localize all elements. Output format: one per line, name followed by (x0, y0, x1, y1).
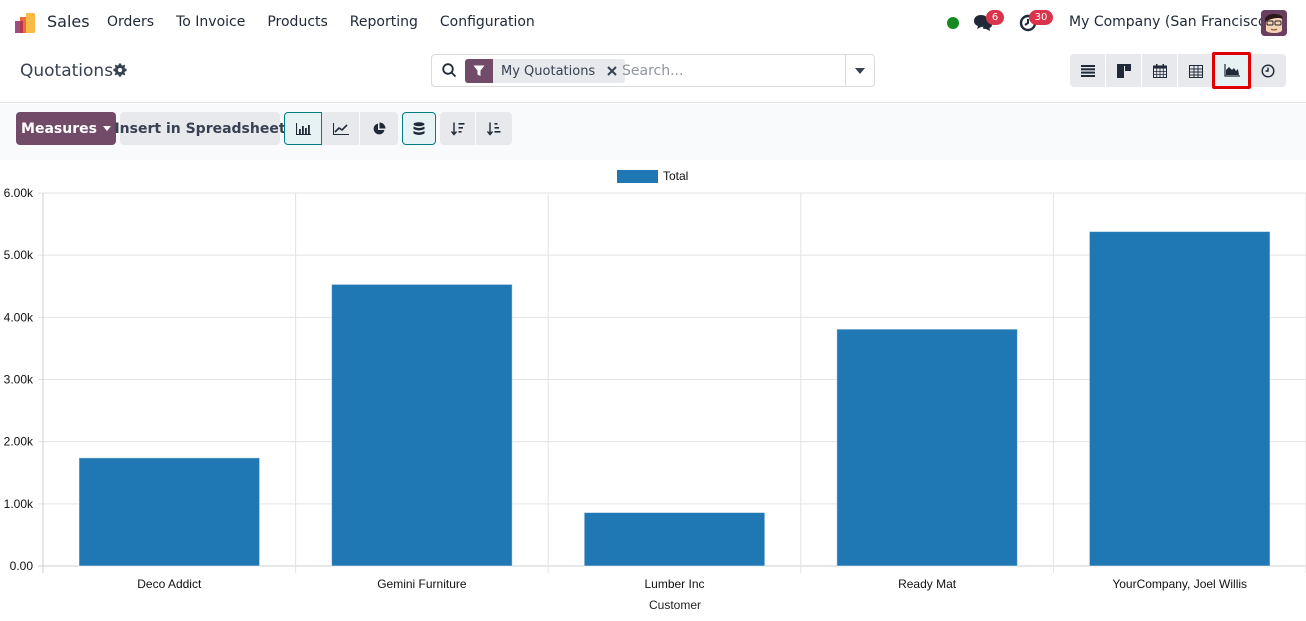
control-panel: Quotations My Quotations (0, 46, 1306, 103)
gear-icon[interactable] (113, 63, 127, 77)
menu-products[interactable]: Products (267, 14, 327, 30)
kanban-icon (1116, 63, 1131, 78)
y-tick-label: 0.00 (10, 559, 34, 573)
sort-descending-icon (450, 122, 464, 136)
x-axis-ticks: Deco Addict Gemini Furniture Lumber Inc Rea… (137, 577, 1247, 591)
line-chart-button[interactable] (322, 112, 360, 145)
filter-icon (473, 65, 485, 76)
sales-app-logo-icon[interactable] (15, 12, 37, 34)
search-facet-my-quotations: My Quotations (465, 59, 626, 83)
presence-status-icon[interactable] (947, 17, 959, 29)
menu-configuration[interactable]: Configuration (440, 14, 535, 30)
facet-filter-badge (465, 59, 493, 83)
x-axis-title: Customer (649, 598, 701, 612)
view-pivot-button[interactable] (1178, 54, 1214, 87)
search-icon[interactable] (442, 63, 457, 78)
x-tick-label: Lumber Inc (644, 577, 704, 591)
y-tick-label: 5.00k (4, 248, 34, 262)
bar-deco-addict[interactable] (78, 457, 261, 567)
bar-chart-button[interactable] (284, 112, 322, 145)
measures-label: Measures (21, 120, 97, 137)
avatar-face-icon (1261, 10, 1287, 36)
sort-group (440, 112, 512, 145)
x-tick-label: YourCompany, Joel Willis (1112, 577, 1247, 591)
chart-legend: Total (617, 169, 688, 183)
caret-down-icon (102, 126, 111, 131)
x-tick-label: Gemini Furniture (377, 577, 467, 591)
facet-label: My Quotations (501, 63, 596, 79)
sort-ascending-icon (487, 122, 501, 136)
graph-toolbar: Measures Insert in Spreadsheet (0, 104, 1306, 160)
bar-chart: 0.00 1.00k 2.00k 3.00k 4.00k 5.00k 6.00k Deco … (4, 169, 1306, 612)
search-options-toggle[interactable] (845, 55, 874, 86)
view-kanban-button[interactable] (1106, 54, 1142, 87)
database-stack-icon (413, 121, 425, 135)
menu-reporting[interactable]: Reporting (350, 14, 418, 30)
menu-to-invoice[interactable]: To Invoice (176, 14, 245, 30)
bar-ready-mat[interactable] (836, 328, 1018, 567)
top-navbar: Sales Orders To Invoice Products Reporti… (0, 0, 1306, 46)
line-chart-icon (332, 122, 349, 135)
y-tick-label: 6.00k (4, 186, 34, 200)
bar-chart-icon (295, 122, 311, 135)
search-bar: My Quotations (431, 54, 875, 87)
menu-orders[interactable]: Orders (107, 14, 154, 30)
view-list-button[interactable] (1070, 54, 1106, 87)
y-tick-label: 2.00k (4, 435, 34, 449)
x-tick-label: Ready Mat (898, 577, 957, 591)
pie-chart-icon (373, 122, 386, 134)
area-chart-icon (1223, 64, 1240, 77)
calendar-icon (1152, 63, 1167, 78)
stacked-toggle-group (402, 112, 436, 145)
stacked-toggle-button[interactable] (402, 112, 436, 145)
view-calendar-button[interactable] (1142, 54, 1178, 87)
caret-down-icon (855, 67, 865, 74)
sort-descending-button[interactable] (440, 112, 476, 145)
page-title[interactable]: Quotations (20, 61, 113, 81)
chart-type-group (284, 112, 398, 145)
insert-in-spreadsheet-button[interactable]: Insert in Spreadsheet (114, 112, 286, 145)
clock-icon (1261, 63, 1275, 78)
chart-bars (78, 231, 1271, 567)
company-switcher[interactable]: My Company (San Francisco) (1069, 14, 1272, 30)
graph-view: 0.00 1.00k 2.00k 3.00k 4.00k 5.00k 6.00k Deco … (0, 160, 1306, 617)
y-axis-ticks: 0.00 1.00k 2.00k 3.00k 4.00k 5.00k 6.00k (4, 186, 34, 573)
bar-gemini-furniture[interactable] (331, 283, 513, 567)
view-switcher (1070, 52, 1286, 89)
y-tick-label: 4.00k (4, 310, 34, 324)
search-input[interactable] (622, 59, 842, 83)
remove-facet-button[interactable] (603, 59, 621, 83)
view-activity-button[interactable] (1250, 54, 1286, 87)
x-tick-label: Deco Addict (137, 577, 202, 591)
user-avatar[interactable] (1261, 10, 1287, 36)
activities-count-badge: 30 (1029, 10, 1053, 25)
app-name[interactable]: Sales (47, 12, 90, 31)
main-menu: Orders To Invoice Products Reporting Con… (107, 14, 557, 30)
bar-yourcompany-joel-willis[interactable] (1088, 231, 1271, 567)
legend-label-total[interactable]: Total (663, 169, 688, 183)
list-icon (1080, 64, 1095, 77)
y-tick-label: 3.00k (4, 373, 34, 387)
messages-count-badge: 6 (986, 10, 1004, 25)
pie-chart-button[interactable] (360, 112, 398, 145)
pivot-table-icon (1188, 64, 1203, 78)
sort-ascending-button[interactable] (476, 112, 512, 145)
y-tick-label: 1.00k (4, 497, 34, 511)
bar-lumber-inc[interactable] (583, 512, 766, 567)
close-icon (607, 66, 617, 76)
view-graph-button[interactable] (1212, 52, 1251, 89)
legend-swatch-total[interactable] (617, 170, 658, 183)
measures-dropdown-button[interactable]: Measures (16, 112, 116, 145)
